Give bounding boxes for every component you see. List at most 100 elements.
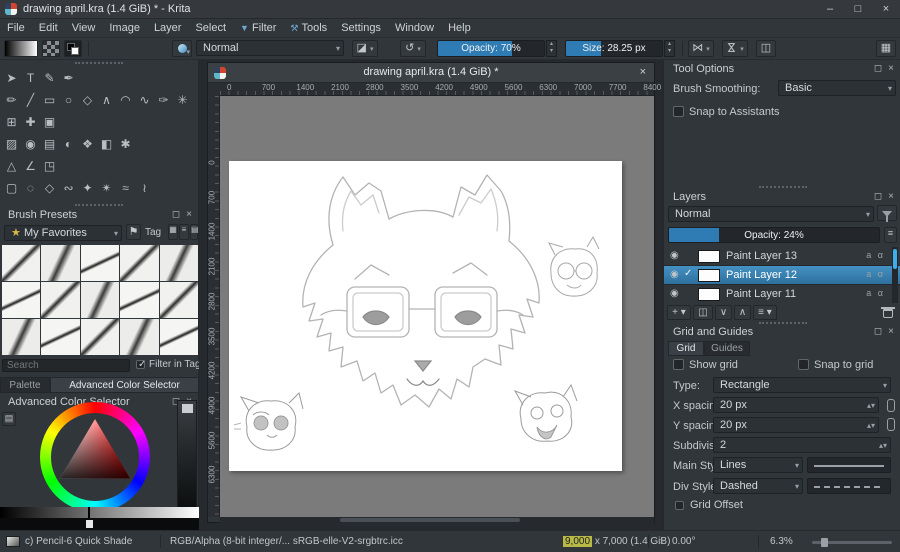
zoom-slider-handle[interactable]	[821, 538, 828, 547]
tag-icon-button[interactable]: ⚑	[126, 224, 141, 240]
view-grid-button[interactable]: ▦	[168, 224, 178, 240]
mirror-vertical-button[interactable]: ⋈ ▾	[722, 40, 748, 57]
brush-preset-thumbnail[interactable]	[2, 282, 41, 318]
brush-size-slider[interactable]: Size: 28.25 px	[565, 40, 663, 57]
view-detail-button[interactable]: ▤	[190, 224, 199, 240]
div-style-select[interactable]: Dashed ▾	[713, 478, 803, 494]
line-tool[interactable]: ╱	[21, 90, 40, 110]
maximize-button[interactable]: □	[844, 0, 872, 19]
menu-select[interactable]: Select	[188, 19, 233, 37]
brush-preset-thumbnail[interactable]	[159, 245, 198, 281]
float-docker-icon[interactable]: ◻	[872, 326, 884, 337]
alpha-lock-icons[interactable]: a α	[866, 269, 885, 279]
reference-images-tool[interactable]: ◳	[40, 156, 59, 176]
y-spacing-spinbox[interactable]: 20 px ▴▾	[713, 417, 879, 433]
filter-in-tag-checkbox[interactable]	[136, 359, 146, 370]
tab-advanced-color-selector[interactable]: Advanced Color Selector	[50, 377, 199, 393]
scrollbar-thumb[interactable]	[893, 249, 897, 269]
grid-type-select[interactable]: Rectangle ▾	[713, 377, 891, 393]
text-tool[interactable]: T	[21, 68, 40, 88]
menu-edit[interactable]: Edit	[32, 19, 65, 37]
zoom-slider[interactable]	[812, 538, 892, 547]
visibility-icon[interactable]: ◉	[670, 288, 679, 299]
layer-properties-button[interactable]: ≡ ▾	[753, 305, 777, 320]
brush-preset-thumbnail[interactable]	[41, 319, 80, 355]
close-docker-icon[interactable]: ×	[885, 326, 897, 337]
layer-filter-button[interactable]	[877, 205, 897, 222]
reload-preset-button[interactable]: ↺ ▾	[400, 40, 426, 57]
enclose-fill-tool[interactable]: ✱	[116, 134, 135, 154]
menu-tools[interactable]: ⚒ Tools	[283, 19, 334, 37]
add-layer-button[interactable]: + ▾	[667, 305, 691, 320]
fg-bg-color-button[interactable]	[64, 40, 82, 57]
layer-row[interactable]: ◉ ✓ Paint Layer 12 a α	[664, 266, 900, 285]
move-tool[interactable]: ✚	[21, 112, 40, 132]
gradient-tool[interactable]: ▨	[2, 134, 21, 154]
eraser-mode-button[interactable]: ◪ ▾	[352, 40, 378, 57]
spinner-arrows-icon[interactable]: ▴▾	[867, 419, 875, 432]
tab-palette[interactable]: Palette	[0, 377, 50, 393]
layer-opacity-slider[interactable]: Opacity: 24%	[668, 227, 880, 243]
ellipse-select-tool[interactable]: ◌	[21, 178, 40, 198]
layer-row[interactable]: ◉ Paint Layer 11 a α	[664, 285, 900, 303]
toolbox-drag-handle[interactable]	[75, 62, 123, 64]
color-selector-settings-button[interactable]: ▤	[2, 412, 16, 426]
layer-options-menu-button[interactable]: ≡	[884, 227, 897, 243]
fill-tool[interactable]: ◧	[97, 134, 116, 154]
menu-settings[interactable]: Settings	[334, 19, 388, 37]
spinner-arrows-icon[interactable]: ▴▾	[879, 439, 887, 452]
brush-preset-thumbnail[interactable]	[159, 282, 198, 318]
bezier-curve-tool[interactable]: ◠	[116, 90, 135, 110]
float-docker-icon[interactable]: ◻	[170, 209, 182, 220]
contiguous-select-tool[interactable]: ✴	[97, 178, 116, 198]
main-style-select[interactable]: Lines ▾	[713, 457, 803, 473]
colorize-mask-tool[interactable]: ◐	[59, 134, 78, 154]
rect-select-tool[interactable]: ▢	[2, 178, 21, 198]
alpha-lock-icons[interactable]: a α	[866, 250, 885, 260]
menu-image[interactable]: Image	[102, 19, 147, 37]
brush-docker-drag-handle[interactable]	[75, 204, 123, 206]
brush-preset-thumbnail[interactable]	[159, 319, 198, 355]
select-shapes-tool[interactable]: ➤	[2, 68, 21, 88]
opacity-spinner[interactable]: ▴ ▾	[546, 40, 557, 57]
brush-preset-thumbnail[interactable]	[41, 282, 80, 318]
move-layer-up-button[interactable]: ∧	[734, 305, 751, 320]
layer-thumbnail[interactable]	[698, 269, 720, 282]
polyline-tool[interactable]: ∧	[97, 90, 116, 110]
close-document-icon[interactable]: ×	[640, 66, 646, 78]
horizontal-scrollbar[interactable]	[220, 517, 654, 523]
blending-mode-select[interactable]: Normal ▾	[196, 40, 344, 56]
layers-drag-handle[interactable]	[759, 186, 807, 188]
scrollbar-thumb[interactable]	[340, 518, 520, 522]
show-grid-checkbox[interactable]	[673, 359, 684, 370]
freehand-path-tool[interactable]: ∿	[135, 90, 154, 110]
polygon-select-tool[interactable]: ◇	[40, 178, 59, 198]
workspace-chooser-button[interactable]: ▦	[876, 40, 896, 57]
minimize-button[interactable]: –	[816, 0, 844, 19]
pattern-chooser-button[interactable]	[42, 40, 60, 57]
wrap-around-mode-button[interactable]: ◫	[756, 40, 776, 57]
rectangle-tool[interactable]: ▭	[40, 90, 59, 110]
smart-patch-tool[interactable]: ❖	[78, 134, 97, 154]
polygon-tool[interactable]: ◇	[78, 90, 97, 110]
canvas-viewport[interactable]	[220, 96, 654, 517]
layer-thumbnail[interactable]	[698, 288, 720, 301]
menu-window[interactable]: Window	[388, 19, 441, 37]
title-bar[interactable]: drawing april.kra (1.4 GiB) * - Krita – …	[0, 0, 900, 19]
freehand-select-tool[interactable]: ∾	[59, 178, 78, 198]
move-layer-down-button[interactable]: ∨	[715, 305, 732, 320]
visibility-icon[interactable]: ◉	[670, 250, 679, 261]
float-docker-icon[interactable]: ◻	[872, 63, 884, 74]
visibility-icon[interactable]: ◉	[670, 269, 679, 280]
grid-offset-checkbox[interactable]	[675, 501, 684, 510]
layer-blending-mode-select[interactable]: Normal ▾	[668, 206, 874, 222]
menu-layer[interactable]: Layer	[147, 19, 189, 37]
hue-ring[interactable]	[40, 402, 150, 512]
rotation-icon[interactable]: ○	[658, 536, 664, 547]
div-style-color-button[interactable]	[807, 478, 891, 494]
close-button[interactable]: ×	[872, 0, 900, 19]
tab-guides[interactable]: Guides	[704, 341, 750, 356]
menu-view[interactable]: View	[65, 19, 103, 37]
brush-editor-button[interactable]: ▾	[172, 40, 192, 57]
brush-preset-thumbnail[interactable]	[80, 319, 120, 355]
